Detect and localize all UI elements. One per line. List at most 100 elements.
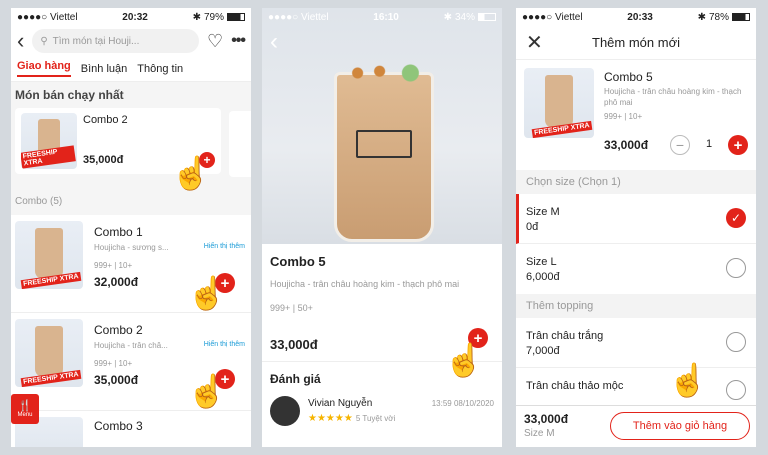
item-price: 32,000đ	[94, 275, 139, 289]
size-section-header: Chọn size (Chọn 1)	[516, 170, 756, 194]
topping-price: 7,000đ	[526, 345, 560, 357]
show-more-link[interactable]: Hiển thị thêm	[204, 341, 245, 348]
carrier-label: ●●●●○ Viettel	[522, 11, 583, 23]
topping-name: Trân châu trắng	[526, 330, 604, 342]
battery-icon	[731, 13, 750, 21]
item-stats: 999+ | 10+	[604, 112, 643, 121]
size-price: 6,000đ	[526, 271, 560, 283]
star-rating-icon: ★★★★★	[308, 413, 353, 424]
size-option-l[interactable]: Size L 6,000đ	[516, 244, 756, 294]
pointing-hand-icon: ☝	[187, 373, 227, 409]
item-name: Combo 5	[604, 70, 653, 84]
checkbox-empty-icon[interactable]	[726, 332, 746, 352]
decrease-qty-button[interactable]: −	[670, 135, 690, 155]
item-price: 35,000đ	[83, 154, 124, 166]
topping-option[interactable]: Trân châu thảo mộc	[516, 368, 756, 408]
item-desc: Houjicha - trân châ...	[94, 341, 168, 350]
menu-button[interactable]: 🍴 Menu	[11, 394, 39, 424]
list-item[interactable]: FREESHIP XTRA Combo 2 Houjicha - trân ch…	[11, 313, 251, 411]
item-desc: Houjicha - sương s...	[94, 243, 169, 252]
item-name: Combo 3	[94, 419, 143, 433]
item-desc: Houjicha - trân châu hoàng kim - thạch p…	[604, 87, 742, 107]
bluetooth-icon: ✱	[697, 11, 706, 23]
list-item[interactable]: Combo 3	[11, 411, 251, 447]
footer-bar: 33,000đ Size M Thêm vào giỏ hàng	[516, 405, 756, 447]
tab-delivery[interactable]: Giao hàng	[17, 60, 71, 77]
add-to-cart-button[interactable]: Thêm vào giỏ hàng	[610, 412, 750, 440]
search-input[interactable]: Tìm món tại Houji...	[53, 36, 140, 47]
review-item: Vivian Nguyễn 13:59 08/10/2020 ★★★★★ 5 T…	[262, 386, 502, 426]
cup-topping	[340, 64, 428, 82]
size-name: Size M	[526, 206, 560, 218]
pointing-hand-icon: ☝	[444, 342, 484, 378]
clock: 20:33	[627, 11, 653, 23]
carrier-label: ●●●●○ Viettel	[17, 11, 78, 23]
bestseller-section: Món bán chạy nhất FREESHIP XTRA Combo 2 …	[11, 82, 251, 192]
header-bar: ✕ Thêm món mới	[516, 26, 756, 60]
item-name: Combo 2	[94, 323, 143, 337]
status-bar: ●●●●○ Viettel 16:10 ✱ 34%	[262, 8, 502, 26]
battery-label: 34%	[454, 11, 475, 23]
bestseller-card-next[interactable]	[229, 111, 251, 177]
bestseller-title: Món bán chạy nhất	[15, 88, 124, 102]
cup-logo	[356, 130, 412, 158]
avatar	[270, 396, 300, 426]
back-arrow-icon[interactable]: ‹	[17, 30, 24, 52]
bluetooth-icon: ✱	[192, 11, 201, 23]
selected-item: FREESHIP XTRA Combo 5 Houjicha - trân ch…	[516, 60, 756, 170]
close-icon[interactable]: ✕	[526, 30, 543, 55]
product-image: FREESHIP XTRA	[15, 221, 83, 289]
battery-icon	[226, 13, 245, 21]
tab-bar: Giao hàng Bình luận Thông tin	[11, 56, 251, 82]
item-price: 35,000đ	[94, 373, 139, 387]
item-name: Combo 2	[83, 114, 128, 126]
product-image: FREESHIP XTRA	[524, 68, 594, 138]
item-price: 33,000đ	[604, 138, 649, 152]
battery-label: 78%	[708, 11, 729, 23]
pointing-hand-icon: ☝	[171, 155, 211, 191]
combo-section-label: Combo (5)	[11, 192, 251, 215]
topping-option[interactable]: Trân châu trắng 7,000đ	[516, 318, 756, 368]
tab-comments[interactable]: Bình luận	[81, 63, 127, 75]
product-image: FREESHIP XTRA	[21, 113, 77, 169]
freeship-badge: FREESHIP XTRA	[21, 145, 76, 169]
search-box[interactable]: ⚲ Tìm món tại Houji...	[32, 29, 200, 53]
more-icon[interactable]: •••	[231, 32, 246, 50]
product-desc: Houjicha - trân châu hoàng kim - thạch p…	[270, 279, 460, 289]
phone-screen-menu: ●●●●○ Viettel 20:32 ✱ 79% ‹ ⚲ Tìm món tại…	[11, 8, 251, 447]
list-item[interactable]: FREESHIP XTRA Combo 1 Houjicha - sương s…	[11, 215, 251, 313]
phone-screen-add-item: ●●●●○ Viettel 20:33 ✱ 78% ✕ Thêm món mới …	[516, 8, 756, 447]
carrier-label: ●●●●○ Viettel	[268, 11, 329, 23]
increase-qty-button[interactable]: +	[728, 135, 748, 155]
product-name: Combo 5	[270, 254, 326, 269]
radio-checked-icon[interactable]: ✓	[726, 208, 746, 228]
fork-knife-icon: 🍴	[18, 399, 32, 412]
status-bar: ●●●●○ Viettel 20:32 ✱ 79%	[11, 8, 251, 26]
radio-empty-icon[interactable]	[726, 258, 746, 278]
review-datetime: 13:59 08/10/2020	[431, 399, 494, 408]
search-icon: ⚲	[40, 35, 48, 47]
checkbox-empty-icon[interactable]	[726, 380, 746, 400]
size-price: 0đ	[526, 221, 539, 233]
clock: 16:10	[373, 11, 399, 23]
header-bar: ‹ ⚲ Tìm món tại Houji... ♡ •••	[11, 26, 251, 56]
item-stats: 999+ | 10+	[94, 261, 133, 270]
size-name: Size L	[526, 256, 557, 268]
topping-name: Trân châu thảo mộc	[526, 380, 624, 392]
product-stats: 999+ | 50+	[270, 303, 313, 313]
phone-screen-product: ●●●●○ Viettel 16:10 ✱ 34% ‹ Combo 5 Houji…	[262, 8, 502, 447]
menu-label: Menu	[17, 411, 33, 418]
back-arrow-icon[interactable]: ‹	[270, 30, 278, 54]
page-title: Thêm món mới	[592, 35, 680, 50]
battery-icon	[477, 13, 496, 21]
heart-icon[interactable]: ♡	[207, 31, 223, 52]
item-name: Combo 1	[94, 225, 143, 239]
clock: 20:32	[122, 11, 148, 23]
tab-info[interactable]: Thông tin	[137, 63, 183, 75]
size-option-m[interactable]: Size M 0đ ✓	[516, 194, 756, 244]
topping-section-header: Thêm topping	[516, 294, 756, 318]
bluetooth-icon: ✱	[443, 11, 452, 23]
pointing-hand-icon: ☝	[187, 275, 227, 311]
rating-text: 5 Tuyệt vời	[355, 414, 396, 423]
show-more-link[interactable]: Hiển thị thêm	[204, 243, 245, 250]
